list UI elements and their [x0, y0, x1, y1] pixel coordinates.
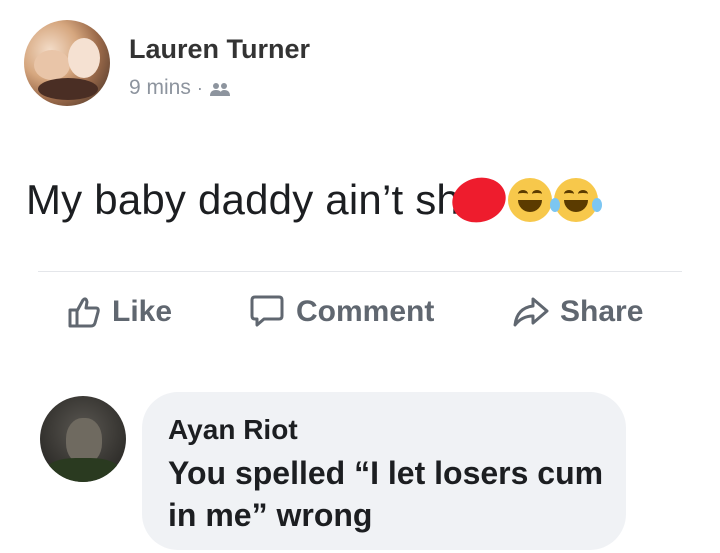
avatar-detail [46, 458, 120, 482]
meta-separator: · [196, 77, 203, 98]
author-name[interactable]: Lauren Turner [129, 34, 310, 65]
share-button[interactable]: Share [512, 294, 643, 330]
status-text: My baby daddy ain’t sh [26, 176, 460, 223]
divider [38, 271, 682, 272]
comment-text: You spelled “I let losers cum in me” wro… [168, 455, 604, 533]
like-label: Like [112, 295, 173, 328]
post-actions: Like Comment Share [0, 294, 720, 344]
like-button[interactable]: Like [66, 294, 172, 330]
crying-laughing-emoji-icon [549, 178, 602, 222]
share-arrow-icon [513, 297, 549, 327]
emoji-tear [591, 198, 602, 212]
comment-button[interactable]: Comment [248, 294, 434, 330]
comment-label: Comment [296, 295, 435, 328]
avatar-detail [38, 78, 98, 100]
commenter-avatar[interactable] [40, 396, 126, 482]
emoji-eye [517, 190, 528, 198]
post-card: Lauren Turner 9 mins · My baby daddy ain… [0, 0, 720, 553]
comment-bubble: Ayan Riot You spelled “I let losers cum … [142, 392, 626, 550]
avatar-detail [34, 50, 70, 80]
post-meta: 9 mins · [129, 76, 231, 100]
post-timestamp[interactable]: 9 mins [129, 76, 191, 100]
emoji-mouth [563, 200, 588, 212]
avatar-detail [68, 38, 100, 78]
author-avatar[interactable] [24, 20, 110, 106]
comment-bubble-icon [250, 295, 284, 327]
post-status-text: My baby daddy ain’t sh [26, 171, 602, 229]
friends-icon[interactable] [209, 80, 231, 96]
emoji-tear [549, 198, 560, 212]
emoji-eye [531, 190, 542, 198]
emoji-eye [577, 190, 588, 198]
share-label: Share [560, 295, 644, 328]
emoji-eye [563, 190, 574, 198]
commenter-name[interactable]: Ayan Riot [168, 414, 298, 446]
laughing-emoji-icon [507, 178, 552, 222]
emoji-mouth [517, 200, 542, 212]
thumbs-up-icon [68, 297, 100, 328]
